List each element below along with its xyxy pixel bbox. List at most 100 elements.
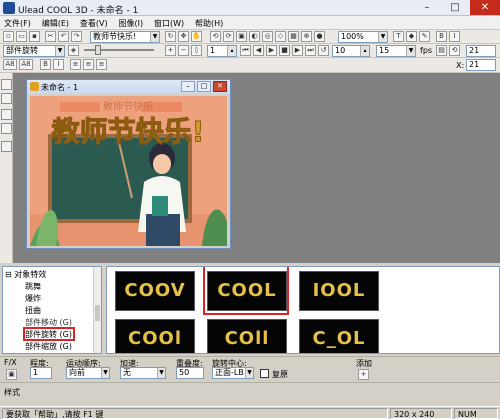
key-prop-icon[interactable]: ◊ [191,45,202,56]
doc-close-button[interactable]: ✕ [213,81,227,92]
rotate-icon[interactable]: ↻ [165,31,176,42]
key-icon[interactable]: ◈ [68,45,79,56]
open-icon[interactable]: ▭ [16,31,27,42]
document-titlebar[interactable]: 未命名 - 1 – □ ✕ [27,80,230,94]
tree-item-dance[interactable]: 跳舞 [25,281,41,292]
maximize-button[interactable]: □ [442,0,468,15]
loop-icon[interactable]: ↺ [318,45,329,56]
degree-field[interactable]: 1 [30,367,52,379]
gallery-thumb-6[interactable]: C_OL [299,319,379,353]
frame-total-field[interactable]: 10 ▴ [332,45,370,57]
last-frame-icon[interactable]: ⏭ [305,45,316,56]
text-tool-icon[interactable]: T [393,31,404,42]
menu-view[interactable]: 查看(V) [76,16,112,29]
group-icon[interactable] [1,109,12,120]
tree-root[interactable]: ⊟ 对象特效 [5,269,46,280]
shape-icon[interactable]: ◆ [406,31,417,42]
close-button[interactable]: ✕ [470,0,500,15]
menu-image[interactable]: 图像(I) [114,16,147,29]
bold-icon[interactable]: B [436,31,447,42]
fx-toggle-icon[interactable]: ▣ [6,369,17,380]
zoom-value: 100% [341,32,364,41]
tree-item-part-scale[interactable]: 部件缩放 (G) [25,341,72,352]
chevron-down-icon: ▼ [406,46,415,56]
camera-icon[interactable]: ◎ [262,31,273,42]
rotate-y-icon[interactable]: ⟳ [223,31,234,42]
menu-file[interactable]: 文件(F) [0,16,35,29]
tree-item-twist[interactable]: 扭曲 [25,305,41,316]
perspective-icon[interactable]: ◇ [275,31,286,42]
menu-edit[interactable]: 编辑(E) [38,16,73,29]
remove-key-icon[interactable]: − [178,45,189,56]
italic-icon[interactable]: I [53,59,64,70]
loop-toggle-icon[interactable]: ⟲ [449,45,460,56]
fps-combo[interactable]: 15 ▼ [376,45,416,57]
gallery-thumb-1[interactable]: COOV [115,271,195,311]
align-left-icon[interactable]: ≡ [70,59,81,70]
output-icon[interactable]: ▤ [436,45,447,56]
first-frame-icon[interactable]: ⏮ [240,45,251,56]
zoom-combo[interactable]: 100% ▼ [338,31,388,43]
canvas-preview[interactable]: 教师节快乐 教师节快乐! [30,96,227,246]
add-button[interactable]: + [358,369,369,380]
edit-text-icon[interactable]: ✎ [419,31,430,42]
align-right-icon[interactable]: ≡ [96,59,107,70]
camera-tool-icon[interactable] [1,123,12,134]
accel-value: 无 [123,368,131,377]
gallery-thumb-3[interactable]: IOOL [299,271,379,311]
prev-frame-icon[interactable]: ◀ [253,45,264,56]
app-icon [3,2,15,14]
undo-icon[interactable]: ↶ [58,31,69,42]
hand-icon[interactable]: ✋ [191,31,202,42]
accel-select[interactable]: 无 ▼ [120,367,166,379]
save-icon[interactable]: ▪ [29,31,40,42]
redo-icon[interactable]: ↷ [71,31,82,42]
globe-icon[interactable]: ⊕ [301,31,312,42]
font-b-button[interactable]: A8 [19,59,33,70]
bold-icon[interactable]: B [40,59,51,70]
color-icon[interactable]: ● [314,31,325,42]
tree-item-explode[interactable]: 爆炸 [25,293,41,304]
tree-scrollbar[interactable] [93,267,101,353]
gallery-thumb-4[interactable]: COOl [115,319,195,353]
font-a-button[interactable]: A8 [3,59,17,70]
text-combo[interactable]: 教师节快乐! ▼ [90,31,160,43]
menu-window[interactable]: 窗口(W) [150,16,188,29]
italic-icon[interactable]: I [449,31,460,42]
rotate-x-icon[interactable]: ⟲ [210,31,221,42]
gallery-thumb-5[interactable]: COll [207,319,287,353]
overlap-field[interactable]: 50 [176,367,204,379]
object-icon[interactable] [1,93,12,104]
menu-help[interactable]: 帮助(H) [191,16,227,29]
frame-field[interactable]: 1 ▴ [207,45,237,57]
new-icon[interactable]: ▫ [3,31,14,42]
move-icon[interactable]: ✥ [178,31,189,42]
object-combo[interactable]: 部件旋转 ▼ [3,45,65,57]
gallery-highlight-box [203,267,289,315]
tree-scrollbar-thumb[interactable] [95,305,100,321]
align-center-icon[interactable]: ≡ [83,59,94,70]
minimize-button[interactable]: – [414,0,440,15]
play-icon[interactable]: ▶ [266,45,277,56]
next-frame-icon[interactable]: ▶ [292,45,303,56]
status-help-text: 要获取「帮助」,请按 F1 键 [2,408,388,419]
size-icon[interactable]: ▣ [236,31,247,42]
standard-toolbar: ▫ ▭ ▪ ✂ ↶ ↷ 教师节快乐! ▼ ↻ ✥ ✋ ⟲ ⟳ ▣ ◐ ◎ ◇ ▦… [0,30,500,44]
grid-icon[interactable]: ▦ [288,31,299,42]
add-label: 添加 [356,359,372,368]
doc-minimize-button[interactable]: – [181,81,195,92]
stop-icon[interactable]: ■ [279,45,290,56]
cut-icon[interactable]: ✂ [45,31,56,42]
light-icon[interactable]: ◐ [249,31,260,42]
motion-order-select[interactable]: 向前 ▼ [66,367,110,379]
frame-end-field[interactable]: 21 [466,45,496,57]
doc-maximize-button[interactable]: □ [197,81,211,92]
rotation-center-select[interactable]: 正面-LB ▼ [212,367,254,379]
light-tool-icon[interactable] [1,141,12,152]
x-field[interactable]: 21 [466,59,496,71]
select-icon[interactable] [1,79,12,90]
restore-checkbox[interactable] [260,369,269,378]
degree-value: 1 [33,368,39,377]
timeline-slider-thumb[interactable] [95,45,101,55]
add-key-icon[interactable]: + [165,45,176,56]
